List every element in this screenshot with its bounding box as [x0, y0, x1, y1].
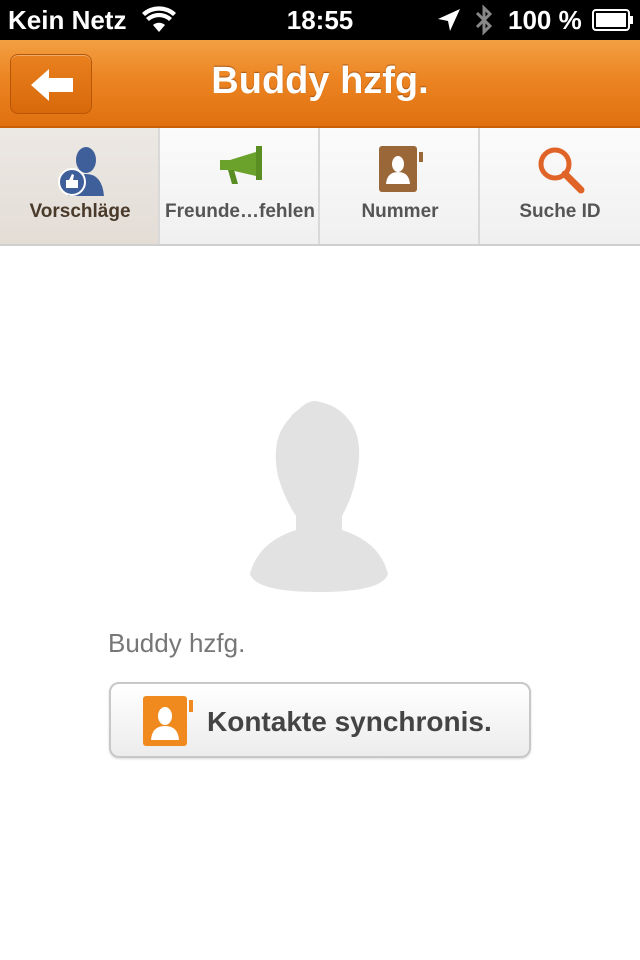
bluetooth-icon: [475, 4, 493, 36]
battery-percent: 100 %: [508, 5, 582, 35]
back-button[interactable]: [10, 54, 92, 114]
tab-freunde-empfehlen[interactable]: Freunde…fehlen: [160, 128, 320, 244]
magnifier-icon: [538, 147, 585, 194]
tab-vorschlaege[interactable]: Vorschläge: [0, 128, 160, 244]
tab-label: Nummer: [361, 201, 439, 222]
sync-contacts-button[interactable]: Kontakte synchronis.: [109, 682, 531, 758]
battery-icon: [592, 9, 633, 31]
page-title: Buddy hzfg.: [211, 60, 429, 102]
default-avatar-icon: [250, 401, 388, 592]
tab-label: Vorschläge: [29, 201, 131, 222]
tab-nummer[interactable]: Nummer: [320, 128, 480, 244]
navigation-bar: Buddy hzfg.: [0, 40, 640, 128]
tab-label: Suche ID: [519, 201, 601, 222]
megaphone-icon: [220, 146, 262, 184]
tab-bar: Vorschläge Freunde…fehlen Nummer Suche I…: [0, 128, 640, 246]
sync-contacts-label: Kontakte synchronis.: [207, 706, 492, 737]
status-bar: Kein Netz 18:55 100 %: [0, 0, 640, 40]
location-icon: [438, 9, 460, 31]
thumbs-up-person-icon: [58, 147, 104, 196]
tab-suche-id[interactable]: Suche ID: [480, 128, 640, 244]
tab-label: Freunde…fehlen: [165, 201, 315, 222]
arrow-left-icon: [31, 69, 73, 101]
contacts-icon: [143, 696, 193, 746]
address-book-icon: [379, 146, 423, 192]
profile-name: Buddy hzfg.: [108, 628, 246, 658]
